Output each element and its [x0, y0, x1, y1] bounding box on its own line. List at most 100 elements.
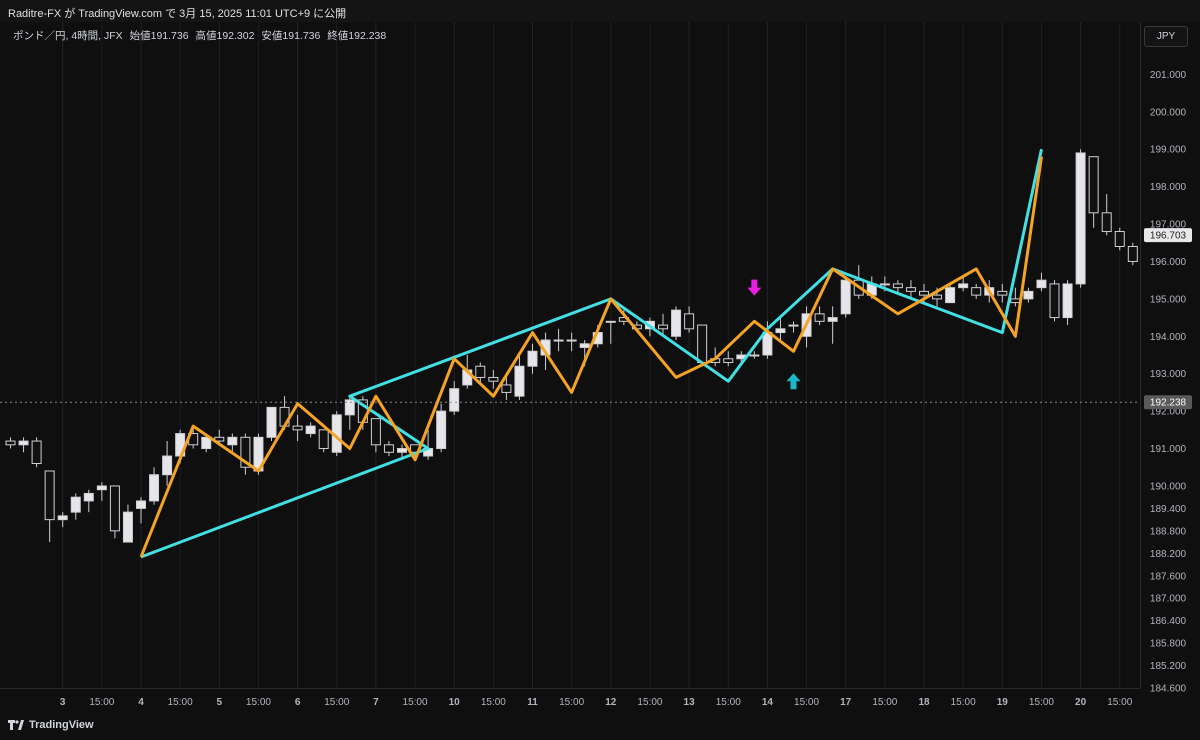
- candle-body: [814, 313, 825, 322]
- candle-body: [57, 515, 68, 521]
- candle: [1049, 280, 1060, 322]
- time-tick-label: 15:00: [403, 697, 428, 708]
- time-tick-label: 15:00: [559, 697, 584, 708]
- candle-body: [579, 343, 590, 349]
- price-tick-label: 199.000: [1150, 145, 1187, 156]
- price-tick-label: 185.200: [1150, 661, 1187, 672]
- high-value-group: 高値192.302: [196, 30, 255, 42]
- candle: [436, 403, 447, 453]
- time-tick-label: 7: [373, 697, 379, 708]
- candle-body: [879, 283, 890, 286]
- candle: [840, 276, 851, 318]
- close-value-group: 終値192.238: [327, 30, 386, 42]
- candle-body: [227, 436, 238, 446]
- time-tick-label: 15:00: [324, 697, 349, 708]
- candle-body: [83, 492, 94, 502]
- candle-body: [840, 279, 851, 315]
- price-tick-label: 184.600: [1150, 684, 1187, 695]
- price-tick-label: 187.000: [1150, 594, 1187, 605]
- time-tick-label: 19: [997, 697, 1009, 708]
- currency-button[interactable]: JPY: [1144, 26, 1188, 47]
- candle: [109, 485, 120, 539]
- time-axis[interactable]: 3 15:00 4 15:00 5 15:00 6 15:00 7 15:00 10 15:00 11 1…: [0, 688, 1140, 714]
- tradingview-logo-text: TradingView: [29, 719, 94, 731]
- candle-body: [136, 500, 146, 509]
- candle-body: [449, 388, 460, 412]
- time-tick-label: 3: [60, 697, 66, 708]
- candle-body: [1127, 245, 1138, 262]
- candle-body: [1010, 298, 1021, 304]
- price-tick-label: 196.000: [1150, 257, 1187, 268]
- candle-body: [945, 287, 956, 304]
- price-axis[interactable]: 184.600 185.200 185.800 186.400 187.000 187.6…: [1140, 22, 1200, 714]
- time-tick-label: 5: [217, 697, 223, 708]
- time-tick-label: 15:00: [89, 697, 114, 708]
- candle-body: [762, 332, 773, 356]
- candle-body: [1114, 231, 1125, 247]
- time-tick-label: 12: [605, 697, 617, 708]
- close-label: 終値: [327, 30, 349, 42]
- time-tick-label: 14: [762, 697, 774, 708]
- price-axis-background: [1140, 22, 1200, 714]
- candle-body: [1075, 152, 1086, 285]
- candle-body: [1023, 290, 1034, 300]
- candle: [31, 437, 42, 468]
- price-tick-label: 198.000: [1150, 182, 1187, 193]
- time-tick-label: 18: [918, 697, 930, 708]
- grid-lines: [0, 22, 1140, 688]
- current-price-label: 196.703: [1144, 228, 1192, 243]
- price-chart[interactable]: 184.600 185.200 185.800 186.400 187.000 187.6…: [0, 22, 1200, 714]
- candle-body: [697, 324, 708, 363]
- low-value: 191.736: [282, 30, 321, 42]
- high-label: 高値: [195, 30, 217, 42]
- time-tick-label: 15:00: [794, 697, 819, 708]
- price-tick-label: 187.600: [1150, 571, 1187, 582]
- candle-body: [1036, 279, 1047, 289]
- candle-body: [436, 410, 447, 450]
- publication-bar: Raditre-FX が TradingView.com で 3月 15, 20…: [0, 0, 1200, 22]
- candle-body: [514, 365, 525, 397]
- candle-body: [971, 287, 982, 296]
- price-tick-label: 190.000: [1150, 481, 1187, 492]
- symbol-label[interactable]: ポンド／円, 4時間, JFX: [13, 30, 123, 42]
- tradingview-logo[interactable]: TradingView: [8, 719, 94, 731]
- price-tick-label: 185.800: [1150, 639, 1187, 650]
- candle-body: [292, 425, 303, 431]
- plot-background: [0, 22, 1140, 688]
- time-tick-label: 13: [684, 697, 696, 708]
- candle-body: [305, 425, 316, 435]
- chart-area[interactable]: 184.600 185.200 185.800 186.400 187.000 187.6…: [0, 22, 1200, 740]
- candle-body: [501, 384, 512, 393]
- candle-body: [605, 320, 616, 323]
- candle-body: [488, 376, 499, 382]
- candle-body: [266, 406, 277, 438]
- candle-body: [723, 358, 734, 363]
- candle-body: [5, 440, 16, 446]
- candle-body: [70, 496, 81, 513]
- time-tick-label: 15:00: [637, 697, 662, 708]
- time-tick-label: 20: [1075, 697, 1087, 708]
- last-price-label: 192.238: [1144, 395, 1192, 410]
- candle: [318, 429, 329, 453]
- candle-body: [553, 339, 564, 342]
- candle-body: [31, 440, 42, 465]
- low-value-group: 安値191.736: [261, 30, 320, 42]
- publication-text: Raditre-FX が TradingView.com で 3月 15, 20…: [8, 8, 347, 20]
- price-tick-label: 193.000: [1150, 369, 1187, 380]
- time-tick-label: 15:00: [246, 697, 271, 708]
- time-tick-label: 15:00: [872, 697, 897, 708]
- candle-body: [827, 317, 838, 322]
- candle-body: [905, 287, 916, 292]
- current-price-label-text: 196.703: [1150, 231, 1187, 242]
- time-tick-label: 15:00: [951, 697, 976, 708]
- candle-body: [475, 365, 486, 378]
- candle-body: [44, 470, 55, 521]
- candle-body: [162, 455, 173, 476]
- candle-body: [122, 511, 133, 543]
- candle-body: [749, 354, 760, 357]
- candle-body: [397, 448, 407, 453]
- candle-body: [149, 474, 160, 502]
- candle-body: [1101, 212, 1112, 233]
- candle-body: [919, 290, 929, 296]
- price-tick-label: 188.200: [1150, 549, 1187, 560]
